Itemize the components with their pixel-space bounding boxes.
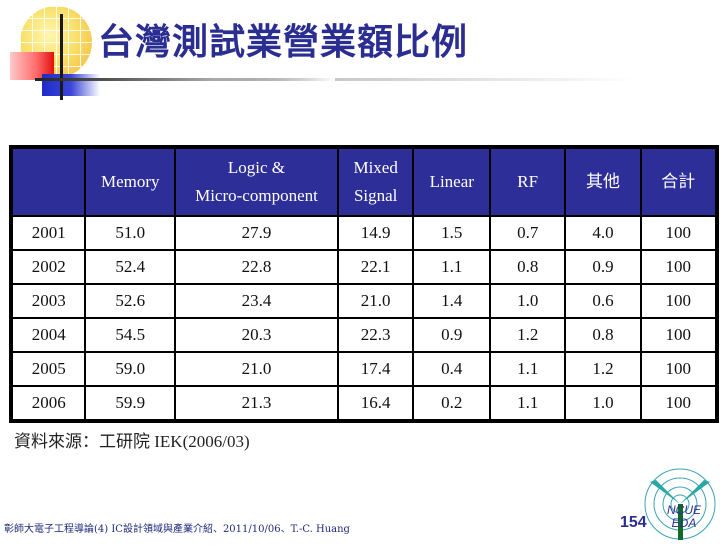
year-cell: 2003 — [9, 283, 87, 319]
blue-square — [42, 74, 100, 96]
value-cell: 52.6 — [84, 283, 177, 319]
column-header-line: Micro-component — [195, 186, 318, 205]
value-cell: 14.9 — [336, 215, 415, 251]
value-cell: 1.0 — [564, 385, 642, 422]
value-cell: 0.6 — [564, 283, 642, 319]
column-header-line: Linear — [429, 172, 474, 191]
value-cell: 21.0 — [336, 283, 415, 319]
value-cell: 1.5 — [412, 215, 492, 251]
value-cell: 0.2 — [412, 385, 492, 422]
column-header-line: Signal — [353, 186, 398, 205]
column-header-line: 合計 — [661, 172, 696, 191]
column-header-line: Mixed — [353, 158, 398, 177]
value-cell: 23.4 — [174, 283, 339, 319]
year-cell: 2005 — [9, 351, 87, 387]
footer-text: 彰師大電子工程導論(4) IC設計領域與產業介紹、2011/10/06、T.-C… — [4, 524, 350, 535]
value-cell: 27.9 — [174, 215, 339, 251]
source-note: 資料來源：工研院 IEK(2006/03) — [14, 432, 250, 451]
value-cell: 1.1 — [412, 249, 492, 285]
year-cell: 2002 — [9, 249, 87, 285]
value-cell: 100 — [639, 283, 719, 319]
column-header-line: Logic & — [227, 158, 286, 177]
value-cell: 0.9 — [564, 249, 642, 285]
year-cell: 2004 — [9, 317, 87, 353]
value-cell: 21.3 — [174, 385, 339, 422]
value-cell: 22.1 — [336, 249, 415, 285]
value-cell: 59.9 — [84, 385, 177, 422]
title-decoration-logo — [0, 0, 100, 105]
value-cell: 1.2 — [489, 317, 567, 353]
table-row: 2004 54.5 20.3 22.3 0.9 1.2 0.8 100 — [9, 317, 719, 353]
column-header: 合計 — [639, 146, 719, 217]
value-cell: 22.3 — [336, 317, 415, 353]
column-header — [9, 146, 87, 217]
value-cell: 100 — [639, 351, 719, 387]
value-cell: 4.0 — [564, 215, 642, 251]
table-row: 2006 59.9 21.3 16.4 0.2 1.1 1.0 100 — [9, 385, 719, 422]
value-cell: 0.4 — [412, 351, 492, 387]
column-header: Linear — [412, 146, 492, 217]
value-cell: 100 — [639, 385, 719, 422]
column-header: Memory — [84, 146, 177, 217]
table-row: 2005 59.0 21.0 17.4 0.4 1.1 1.2 100 — [9, 351, 719, 387]
value-cell: 52.4 — [84, 249, 177, 285]
value-cell: 1.0 — [489, 283, 567, 319]
value-cell: 100 — [639, 215, 719, 251]
value-cell: 100 — [639, 249, 719, 285]
value-cell: 16.4 — [336, 385, 415, 422]
column-header-line: 其他 — [585, 172, 620, 191]
title-underline — [95, 78, 335, 81]
value-cell: 1.1 — [489, 351, 567, 387]
value-cell: 51.0 — [84, 215, 177, 251]
value-cell: 0.7 — [489, 215, 567, 251]
value-cell: 22.8 — [174, 249, 339, 285]
column-header: Logic & Micro-component — [174, 146, 339, 217]
year-cell: 2001 — [9, 215, 87, 251]
value-cell: 54.5 — [84, 317, 177, 353]
value-cell: 0.9 — [412, 317, 492, 353]
org-logo-line2: EDA — [671, 516, 697, 530]
value-cell: 0.8 — [564, 317, 642, 353]
org-logo-text: NCUE EDA — [664, 504, 704, 530]
page-title: 台灣測試業營業額比例 — [98, 22, 469, 63]
table-header-row: Memory Logic & Micro-component Mixed Signal L… — [9, 146, 719, 217]
test-revenue-table: Memory Logic & Micro-component Mixed Signal L… — [9, 145, 719, 423]
value-cell: 59.0 — [84, 351, 177, 387]
value-cell: 0.8 — [489, 249, 567, 285]
value-cell: 21.0 — [174, 351, 339, 387]
column-header: RF — [489, 146, 567, 217]
value-cell: 1.4 — [412, 283, 492, 319]
value-cell: 100 — [639, 317, 719, 353]
year-cell: 2006 — [9, 385, 87, 422]
table-row: 2003 52.6 23.4 21.0 1.4 1.0 0.6 100 — [9, 283, 719, 319]
column-header-line: RF — [517, 172, 539, 191]
ncue-eda-logo: NCUE EDA — [642, 464, 718, 540]
table-row: 2002 52.4 22.8 22.1 1.1 0.8 0.9 100 — [9, 249, 719, 285]
column-header: 其他 — [564, 146, 642, 217]
table-body: 2001 51.0 27.9 14.9 1.5 0.7 4.0 100 2002 52.4 22.8… — [9, 215, 719, 422]
column-header-line: Memory — [100, 172, 160, 191]
vertical-line — [60, 14, 63, 100]
table-row: 2001 51.0 27.9 14.9 1.5 0.7 4.0 100 — [9, 215, 719, 251]
column-header: Mixed Signal — [336, 146, 415, 217]
value-cell: 17.4 — [336, 351, 415, 387]
value-cell: 1.2 — [564, 351, 642, 387]
title-underline-fade — [335, 78, 635, 81]
value-cell: 20.3 — [174, 317, 339, 353]
value-cell: 1.1 — [489, 385, 567, 422]
